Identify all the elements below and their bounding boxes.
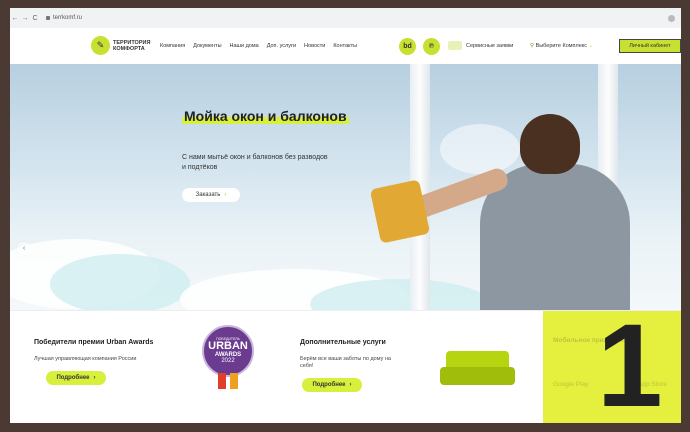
awards-card-title: Победители премии Urban Awards — [34, 339, 154, 346]
slider-prev-button[interactable]: ‹ — [18, 242, 30, 254]
forward-icon[interactable]: → — [20, 15, 30, 22]
slider-dot[interactable] — [204, 300, 208, 304]
site-logo[interactable]: ✎ ТЕРРИТОРИЯ КОМФОРТА — [91, 36, 151, 55]
services-more-button[interactable]: Подробнее › — [302, 378, 362, 392]
personal-cabinet-button[interactable]: Личный кабинет — [619, 39, 681, 53]
service-requests-link[interactable]: Сервисные заявки — [448, 41, 513, 50]
feature-cards: Победители премии Urban Awards Лучшая уп… — [10, 310, 681, 423]
leaf-icon: ⚲ — [530, 43, 535, 49]
services-card-title: Дополнительные услуги — [300, 339, 386, 346]
slider-dot[interactable] — [232, 300, 236, 304]
slider-dot[interactable] — [190, 300, 194, 304]
menu-item-contacts[interactable]: Контакты — [333, 43, 357, 49]
awards-card-text: Лучшая управляющая компания России — [34, 356, 137, 362]
services-more-label: Подробнее — [312, 382, 346, 388]
profile-icon[interactable] — [668, 14, 675, 22]
slider-dot[interactable] — [197, 300, 201, 304]
menu-item-houses[interactable]: Наши дома — [230, 43, 259, 49]
reload-icon[interactable]: C — [30, 15, 40, 22]
hero-subtitle: С нами мытьё окон и балконов без разводо… — [182, 154, 328, 171]
slider-dots — [190, 300, 243, 304]
chevron-down-icon: ⌄ — [588, 43, 594, 49]
awards-more-button[interactable]: Подробнее › — [46, 371, 106, 385]
logo-icon: ✎ — [91, 36, 110, 55]
complex-select-label: Выберите Комплекс — [535, 43, 588, 49]
arrow-right-icon: › — [93, 375, 96, 381]
ribbon-icon — [230, 373, 238, 389]
back-icon[interactable]: ← — [10, 15, 20, 22]
slider-dot[interactable] — [225, 300, 229, 304]
slider-dot[interactable] — [218, 300, 222, 304]
hero-title: Мойка окон и балконов — [182, 108, 349, 124]
menu-item-news[interactable]: Новости — [304, 43, 325, 49]
google-play-link[interactable]: Google Play — [553, 381, 588, 388]
arrow-right-icon: › — [224, 192, 227, 198]
services-card-text: Берём все ваши заботы по дому на себя! — [300, 356, 391, 369]
menu-item-company[interactable]: Компания — [160, 43, 185, 49]
bd-icon[interactable]: bd — [399, 38, 416, 55]
menu-item-documents[interactable]: Документы — [193, 43, 221, 49]
logo-line1: ТЕРРИТОРИЯ — [113, 39, 151, 46]
slider-dot[interactable] — [239, 300, 243, 304]
browser-toolbar: ← → C terrkomf.ru — [10, 8, 681, 29]
badge-urban-text: URBAN — [208, 340, 248, 352]
awards-more-label: Подробнее — [56, 375, 90, 381]
main-menu: Компания Документы Наши дома Доп. услуги… — [160, 43, 357, 49]
address-bar[interactable]: terrkomf.ru — [46, 15, 82, 21]
order-button-label: Заказать — [195, 192, 221, 198]
sofa-image — [440, 351, 515, 389]
app-icon[interactable]: ℗ — [423, 38, 440, 55]
hero-slider: ‹ — [10, 64, 681, 310]
complex-select[interactable]: ⚲ Выберите Комплекс ⌄ — [530, 43, 593, 49]
order-button[interactable]: Заказать › — [182, 188, 240, 202]
slider-dot[interactable] — [211, 300, 215, 304]
woman-cleaning-window-image — [399, 114, 630, 310]
urban-awards-badge: ПОБЕДИТЕЛЬ URBAN AWARDS 2022 — [202, 325, 254, 389]
arrow-right-icon: › — [349, 382, 352, 388]
overlay-number: 1 — [597, 300, 663, 432]
badge-year-text: 2022 — [221, 358, 235, 364]
lock-icon — [46, 16, 50, 20]
site-header: ✎ ТЕРРИТОРИЯ КОМФОРТА Компания Документы… — [10, 28, 681, 64]
url-text: terrkomf.ru — [53, 15, 83, 21]
service-requests-icon — [448, 41, 462, 50]
menu-item-services[interactable]: Доп. услуги — [267, 43, 296, 49]
service-requests-label: Сервисные заявки — [466, 42, 514, 49]
cloud-image — [50, 254, 190, 310]
ribbon-icon — [218, 373, 226, 389]
logo-line2: КОМФОРТА — [113, 45, 145, 52]
browser-window: ← → C terrkomf.ru ✎ ТЕРРИТОРИЯ КОМФОРТА … — [10, 8, 681, 423]
